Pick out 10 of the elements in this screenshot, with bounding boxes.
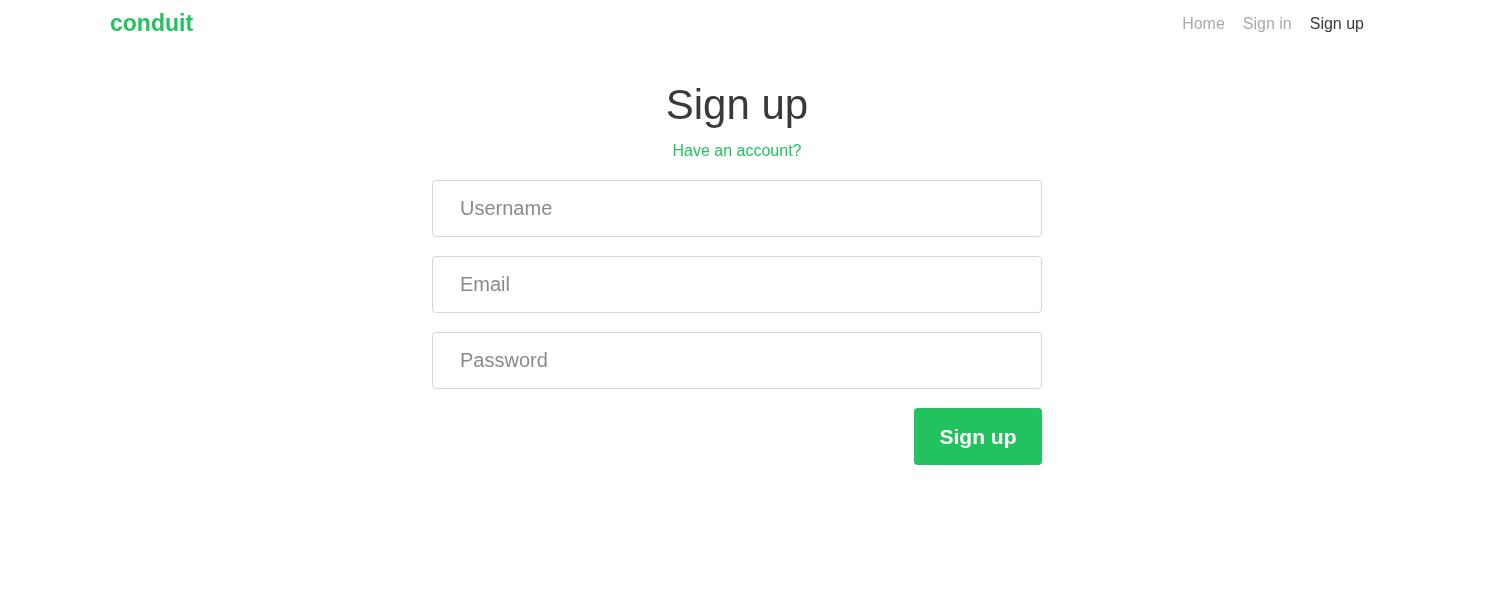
input-field[interactable]: Username	[432, 180, 1042, 237]
page-title: Sign up	[665, 84, 809, 126]
account-link[interactable]: Have an account?	[672, 142, 802, 160]
submit-button[interactable]: Sign up	[914, 408, 1042, 465]
input-field[interactable]: Email	[432, 256, 1042, 313]
nav-link[interactable]: Sign in	[1242, 15, 1292, 33]
nav-link[interactable]: Home	[1182, 15, 1225, 33]
nav-link[interactable]: Sign up	[1309, 15, 1364, 33]
input-field[interactable]: Password	[432, 332, 1042, 389]
brand-logo[interactable]: conduit	[110, 9, 194, 37]
